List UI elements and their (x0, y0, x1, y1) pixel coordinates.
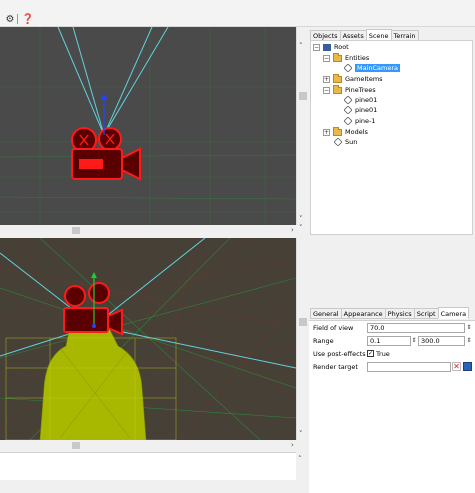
toolbar: ⚙ ❓ (0, 0, 475, 27)
scroll-up-arrow[interactable]: ˄ (298, 455, 302, 463)
tree-item-label: pine01 (355, 106, 378, 114)
tab-physics[interactable]: Physics (384, 308, 415, 319)
post-effects-checkbox[interactable]: ✓ (367, 350, 374, 357)
scroll-thumb[interactable] (299, 92, 307, 100)
tree-item-root[interactable]: − Root (313, 42, 349, 52)
fov-spinner[interactable]: ⇕ (466, 323, 472, 333)
top-viewport-hscrollbar[interactable]: › (0, 225, 296, 235)
folder-icon (333, 84, 342, 94)
scroll-thumb[interactable] (299, 318, 307, 326)
tree-item-gameitems[interactable]: + GameItems (323, 73, 383, 84)
folder-icon (333, 73, 342, 83)
tree-item-pinetrees[interactable]: − PineTrees (323, 84, 376, 95)
entity-icon (343, 95, 353, 105)
tree-item-label: Entities (345, 54, 370, 62)
fov-label: Field of view (313, 324, 354, 332)
post-effects-label: Use post-effects (313, 350, 366, 358)
tree-item-label: pine01 (355, 96, 378, 104)
root-node-icon (323, 43, 331, 51)
collapse-icon[interactable]: − (313, 43, 320, 51)
tab-camera[interactable]: Camera (437, 307, 470, 319)
tree-item-pine01[interactable]: pine01 (343, 95, 378, 105)
fov-input[interactable]: 70.0 (367, 323, 465, 333)
bottom-viewport[interactable] (0, 238, 296, 440)
range-label: Range (313, 337, 334, 345)
entity-icon (343, 105, 353, 115)
right-pane: Objects Assets Scene Terrain − Root − En… (299, 27, 475, 493)
folder-icon (333, 52, 342, 62)
scroll-thumb[interactable] (72, 227, 80, 234)
scroll-thumb[interactable] (72, 442, 80, 449)
scroll-right-arrow[interactable]: › (291, 441, 294, 449)
bottom-viewport-vscrollbar[interactable]: ˅ (296, 238, 308, 440)
tree-item-pine01[interactable]: pine01 (343, 105, 378, 115)
tree-item-label: Models (345, 128, 368, 136)
expand-icon[interactable]: + (323, 128, 330, 136)
tree-item-label: Root (334, 43, 349, 51)
help-icon[interactable]: ❓ (22, 13, 34, 25)
toolbar-separator (17, 14, 18, 24)
camera-properties: Field of view 70.0 ⇕ Range 0.1 ⇕ 300.0 ⇕… (309, 320, 475, 493)
collapse-icon[interactable]: − (323, 54, 330, 62)
scene-tree[interactable]: − Root − Entities MainCamera + GameItems… (299, 40, 473, 235)
tree-item-pine-1[interactable]: pine-1 (343, 116, 376, 126)
scroll-up-arrow[interactable]: ˄ (299, 42, 303, 50)
range-max-spinner[interactable]: ⇕ (466, 336, 472, 346)
tree-item-label: pine-1 (355, 117, 376, 125)
entity-icon (343, 116, 353, 126)
range-max-input[interactable]: 300.0 (418, 336, 465, 346)
tree-item-label: PineTrees (345, 86, 376, 94)
post-effects-value: True (376, 350, 390, 358)
top-viewport-canvas[interactable] (0, 27, 296, 225)
top-viewport-vscrollbar[interactable]: ˅ (296, 27, 308, 225)
top-viewport[interactable] (0, 27, 296, 225)
tree-item-label: GameItems (345, 75, 383, 83)
scroll-right-arrow[interactable]: › (291, 226, 294, 234)
gear-icon[interactable]: ⚙ (4, 13, 16, 25)
output-panel: ˄ (0, 452, 302, 480)
tab-script[interactable]: Script (413, 308, 439, 319)
bottom-viewport-canvas[interactable] (0, 238, 296, 440)
clear-icon[interactable]: ✕ (452, 362, 461, 371)
range-min-spinner[interactable]: ⇕ (411, 336, 417, 346)
expand-icon[interactable]: + (323, 75, 330, 83)
render-target-input[interactable] (367, 362, 451, 372)
tree-item-label: Sun (345, 138, 358, 146)
property-tabs: General Appearance Physics Script Camera (310, 307, 470, 319)
folder-icon (333, 126, 342, 136)
scroll-down-arrow[interactable]: ˅ (299, 224, 303, 232)
tree-item-label: MainCamera (355, 64, 401, 72)
range-min-input[interactable]: 0.1 (367, 336, 411, 346)
entity-icon (343, 63, 353, 73)
entity-icon (333, 137, 343, 147)
render-target-label: Render target (313, 363, 358, 371)
tree-item-maincamera[interactable]: MainCamera (343, 63, 401, 73)
scroll-down-arrow[interactable]: ˅ (299, 215, 303, 223)
bottom-viewport-hscrollbar[interactable]: › (0, 440, 296, 450)
scroll-down-arrow[interactable]: ˅ (299, 430, 303, 438)
tree-item-entities[interactable]: − Entities (323, 52, 370, 63)
tab-appearance[interactable]: Appearance (340, 308, 386, 319)
tree-item-sun[interactable]: Sun (333, 137, 358, 147)
collapse-icon[interactable]: − (323, 86, 330, 94)
browse-icon[interactable] (463, 362, 472, 371)
tab-general[interactable]: General (310, 308, 342, 319)
tree-item-models[interactable]: + Models (323, 126, 368, 137)
